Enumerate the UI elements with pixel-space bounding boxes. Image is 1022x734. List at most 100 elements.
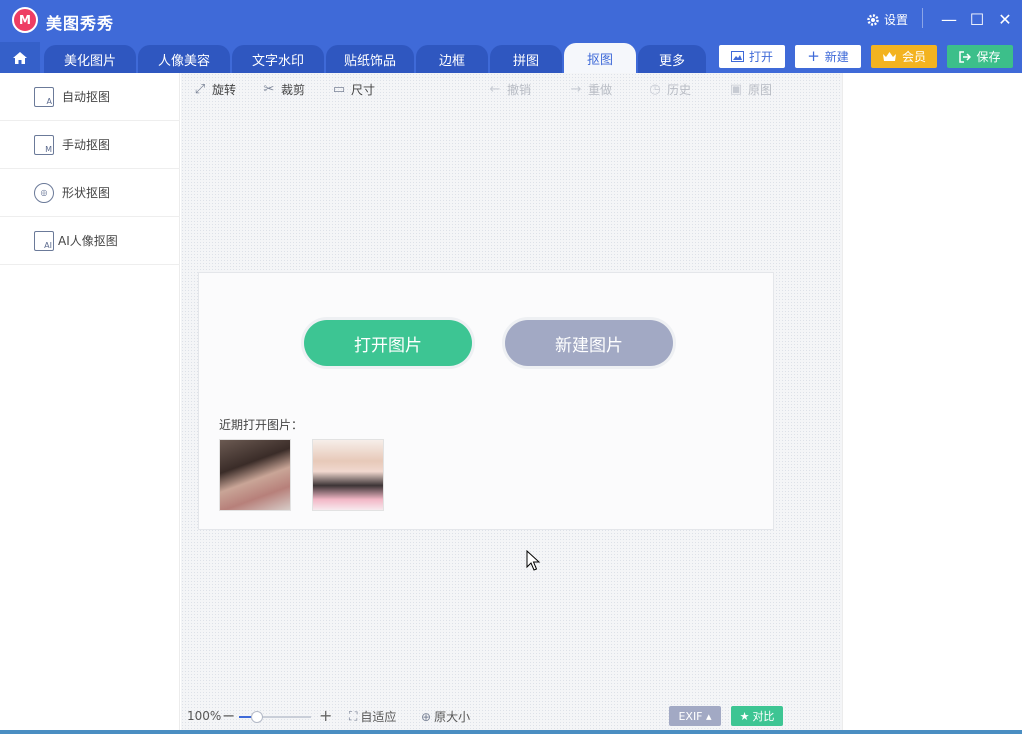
home-tab[interactable] xyxy=(0,42,40,73)
manual-cutout-icon: M xyxy=(34,134,54,155)
left-item-auto-cutout[interactable]: A 自动抠图 xyxy=(0,73,180,121)
minimize-button[interactable]: — xyxy=(938,8,960,30)
history-button[interactable]: ◷ 历史 xyxy=(648,81,691,98)
tab-label: 贴纸饰品 xyxy=(343,53,396,69)
exif-button[interactable]: EXIF ▴ xyxy=(669,706,721,726)
mouse-cursor-icon xyxy=(526,550,541,571)
left-item-label: AI人像抠图 xyxy=(58,234,118,248)
export-icon xyxy=(959,50,972,63)
save-button[interactable]: 保存 xyxy=(947,45,1013,68)
size-button[interactable]: ▭ 尺寸 xyxy=(332,81,375,98)
rotate-button[interactable]: ⤢ 旋转 xyxy=(193,81,236,98)
tab-label: 人像美容 xyxy=(157,53,210,69)
minimize-icon: — xyxy=(941,9,957,29)
tab-label: 拼图 xyxy=(512,53,539,69)
tab-beautify[interactable]: 美化图片 xyxy=(44,45,136,73)
left-panel: A 自动抠图 M 手动抠图 ◎ 形状抠图 AI AI人像抠图 xyxy=(0,73,180,734)
zoom-percent: 100% xyxy=(187,709,222,723)
fit-button[interactable]: ⛶ 自适应 xyxy=(349,708,396,725)
new-image-button[interactable]: 新建图片 xyxy=(505,320,673,366)
crop-button[interactable]: ✂ 裁剪 xyxy=(262,81,305,98)
tab-cutout[interactable]: 抠图 xyxy=(564,43,636,73)
compare-icon: ★ xyxy=(739,709,750,723)
vip-button[interactable]: 会员 xyxy=(871,45,937,68)
close-button[interactable]: ✕ xyxy=(994,8,1016,30)
tab-label: 更多 xyxy=(658,53,685,69)
history-label: 历史 xyxy=(667,83,692,97)
open-button[interactable]: 打开 xyxy=(719,45,785,68)
tab-collage[interactable]: 拼图 xyxy=(490,45,562,73)
app-logo-icon: M xyxy=(12,7,38,33)
open-label: 打开 xyxy=(748,50,773,64)
vip-label: 会员 xyxy=(901,50,926,64)
tab-text-watermark[interactable]: 文字水印 xyxy=(232,45,324,73)
tab-label: 边框 xyxy=(438,53,465,69)
image-icon xyxy=(730,51,744,62)
settings-label: 设置 xyxy=(884,13,909,27)
left-item-manual-cutout[interactable]: M 手动抠图 xyxy=(0,121,180,169)
zoom-slider[interactable] xyxy=(239,711,311,723)
left-item-ai-portrait-cutout[interactable]: AI AI人像抠图 xyxy=(0,217,180,265)
exif-label: EXIF ▴ xyxy=(678,709,712,723)
recent-images-label: 近期打开图片： xyxy=(219,418,304,432)
scissors-icon: ✂ xyxy=(263,82,275,97)
maximize-button[interactable]: ☐ xyxy=(966,8,988,30)
tab-label: 美化图片 xyxy=(63,53,116,69)
actual-size-label: 原大小 xyxy=(434,710,471,724)
plus-icon: + xyxy=(807,47,820,65)
open-image-label: 打开图片 xyxy=(354,335,422,356)
recent-image-thumbnail[interactable] xyxy=(219,439,291,511)
tab-bar: 美化图片 人像美容 文字水印 贴纸饰品 边框 拼图 抠图 更多 打开 + 新建 … xyxy=(0,42,1022,73)
tab-label: 文字水印 xyxy=(251,53,304,69)
home-icon xyxy=(13,51,27,64)
tab-frames[interactable]: 边框 xyxy=(416,45,488,73)
bottom-bar: 100% − + ⛶ 自适应 ⊕ 原大小 EXIF ▴ ★ 对比 xyxy=(181,704,842,730)
open-image-button[interactable]: 打开图片 xyxy=(304,320,472,366)
rotate-label: 旋转 xyxy=(212,83,237,97)
close-icon: ✕ xyxy=(998,9,1012,29)
original-button[interactable]: ▣ 原图 xyxy=(729,81,772,98)
crop-label: 裁剪 xyxy=(281,83,306,97)
settings-button[interactable]: 设置 xyxy=(866,11,908,28)
titlebar-divider xyxy=(922,8,923,28)
maximize-icon: ☐ xyxy=(969,9,985,29)
zoom-slider-knob[interactable] xyxy=(251,711,263,723)
redo-button[interactable]: → 重做 xyxy=(569,81,612,98)
save-label: 保存 xyxy=(976,50,1001,64)
undo-button[interactable]: ← 撤销 xyxy=(488,81,531,98)
auto-cutout-icon: A xyxy=(34,86,54,107)
left-item-label: 自动抠图 xyxy=(62,90,111,104)
app-logo-glyph: M xyxy=(19,13,31,27)
tab-stickers[interactable]: 贴纸饰品 xyxy=(326,45,414,73)
ai-portrait-cutout-icon: AI xyxy=(34,230,54,251)
crown-icon xyxy=(882,52,896,61)
zoom-out-button[interactable]: − xyxy=(222,706,235,725)
zoom-in-button[interactable]: + xyxy=(319,706,332,725)
original-label: 原图 xyxy=(748,83,773,97)
compare-label: 对比 xyxy=(752,710,775,723)
size-label: 尺寸 xyxy=(351,83,376,97)
tab-label: 抠图 xyxy=(586,52,613,68)
redo-arrow-icon: → xyxy=(570,82,582,97)
original-image-icon: ▣ xyxy=(729,82,743,97)
title-bar: M 美图秀秀 设置 — ☐ ✕ xyxy=(0,0,1022,42)
compare-button[interactable]: ★ 对比 xyxy=(731,706,783,726)
left-item-shape-cutout[interactable]: ◎ 形状抠图 xyxy=(0,169,180,217)
fit-icon: ⛶ xyxy=(349,709,358,723)
new-image-label: 新建图片 xyxy=(555,335,623,356)
gear-icon xyxy=(867,13,879,26)
left-item-label: 手动抠图 xyxy=(62,138,111,152)
right-panel xyxy=(842,73,1022,734)
tab-portrait[interactable]: 人像美容 xyxy=(138,45,230,73)
window-bottom-edge xyxy=(0,730,1022,734)
tab-more[interactable]: 更多 xyxy=(638,45,706,73)
undo-arrow-icon: ← xyxy=(489,82,501,97)
left-item-label: 形状抠图 xyxy=(62,186,111,200)
recent-image-thumbnail[interactable] xyxy=(312,439,384,511)
app-title: 美图秀秀 xyxy=(46,14,115,33)
resize-icon: ▭ xyxy=(332,82,346,97)
new-label: 新建 xyxy=(824,50,849,64)
actual-size-button[interactable]: ⊕ 原大小 xyxy=(421,708,470,725)
clock-icon: ◷ xyxy=(649,82,661,97)
new-button[interactable]: + 新建 xyxy=(795,45,861,68)
